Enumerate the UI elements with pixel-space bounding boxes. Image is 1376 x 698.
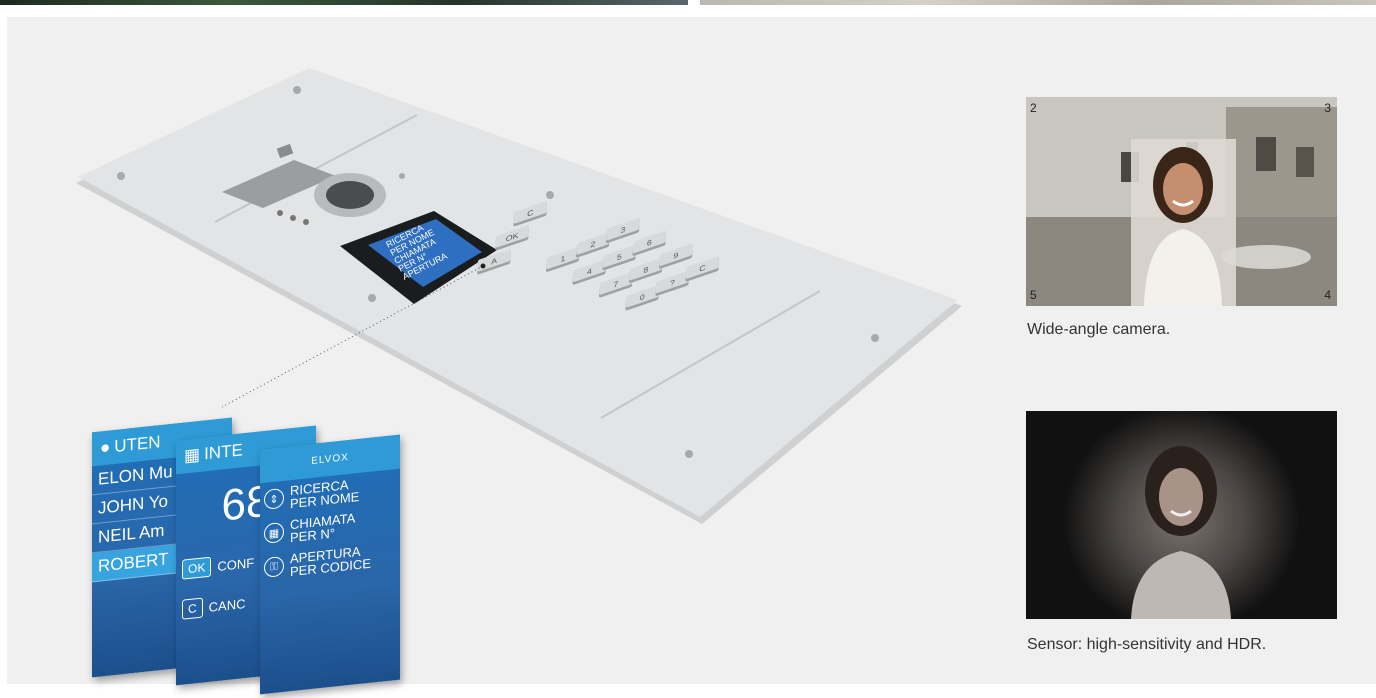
screen-card-main-menu: ELVOX ⇕ RICERCA PER NOME ▦ CHIAMATA PER N°…: [260, 434, 400, 695]
wide-angle-caption: Wide-angle camera.: [1027, 321, 1171, 338]
user-icon: ●: [100, 437, 111, 458]
keypad-icon: ▦: [264, 521, 284, 544]
sensor-caption: Sensor: high-sensitivity and HDR.: [1027, 636, 1267, 653]
night-portrait: [1131, 446, 1231, 619]
screw: [399, 173, 405, 179]
led: [277, 210, 283, 216]
screw: [685, 450, 693, 458]
street-scene: [1026, 97, 1337, 306]
camera-lens: [326, 181, 374, 209]
keypad-icon: ▦: [184, 444, 201, 466]
screw: [293, 86, 301, 94]
wide-angle-camera-photo: 2 3 5 4: [1026, 97, 1337, 306]
led: [290, 215, 296, 221]
callout-dot: [480, 263, 486, 269]
key-icon: ⚿: [264, 555, 284, 578]
zone-label: 2: [1030, 101, 1037, 115]
screw: [368, 294, 376, 302]
search-arrows-icon: ⇕: [264, 487, 284, 510]
screw: [871, 334, 879, 342]
screw: [117, 172, 125, 180]
ok-key: OK: [182, 556, 212, 580]
zone-label: 3: [1324, 101, 1331, 115]
screw: [546, 191, 554, 199]
zone-label: 4: [1324, 288, 1331, 302]
c-key: C: [182, 597, 203, 620]
zone-label: 5: [1030, 288, 1037, 302]
hdr-sensor-photo: [1026, 411, 1337, 619]
led: [303, 219, 309, 225]
